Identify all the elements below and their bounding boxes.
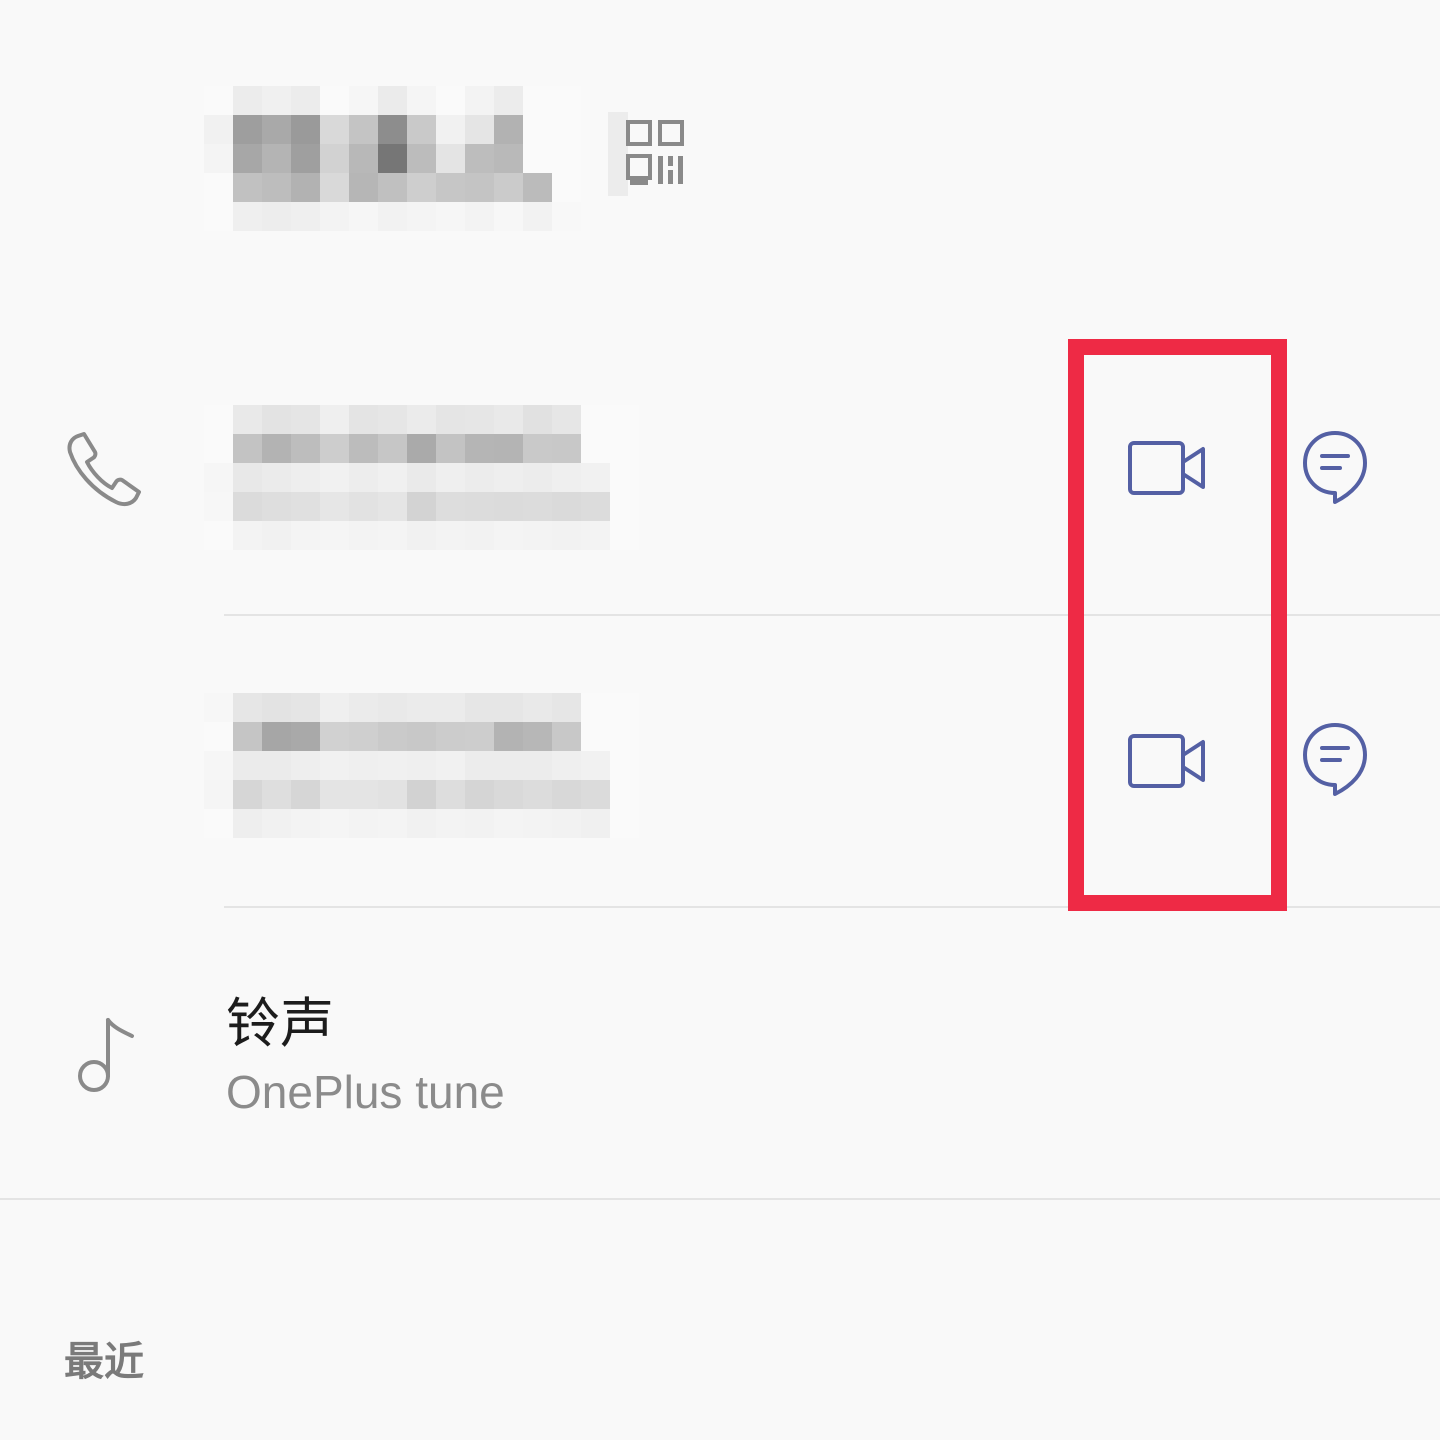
phone-icon — [62, 428, 146, 512]
message-icon[interactable] — [1298, 428, 1372, 508]
music-note-icon — [70, 1014, 140, 1098]
ringtone-value: OnePlus tune — [226, 1066, 505, 1118]
contact-name-redacted — [204, 86, 581, 231]
divider — [0, 1198, 1440, 1200]
section-header-recent: 最近 — [64, 1339, 144, 1385]
ringtone-row[interactable] — [0, 920, 1440, 1200]
phone-number-redacted[interactable] — [204, 405, 639, 550]
highlight-annotation-box — [1068, 339, 1287, 911]
contact-detail-page: 铃声 OnePlus tune 最近 — [0, 0, 1440, 1440]
qr-code-icon[interactable] — [608, 112, 692, 196]
ringtone-title: 铃声 — [226, 992, 334, 1055]
phone-number-redacted[interactable] — [204, 693, 639, 838]
message-icon[interactable] — [1298, 720, 1372, 800]
